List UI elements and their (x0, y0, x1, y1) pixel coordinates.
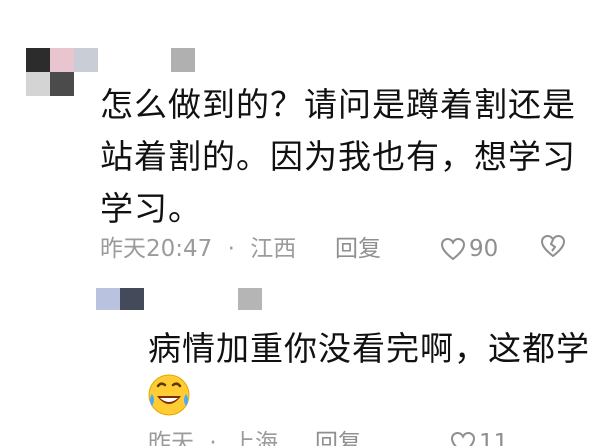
comment-1-line-3: 学习。 (100, 189, 202, 228)
comment-2-like-button[interactable]: 11 (450, 428, 508, 446)
comment-2-meta: 昨天 · 上海 (148, 428, 278, 446)
comment-1-time: 昨天20:47 (100, 236, 213, 262)
separator: · (209, 430, 217, 446)
reply-label: 回复 (335, 236, 381, 262)
reply-label: 回复 (315, 430, 361, 446)
comment-2-text: 病情加重你没看完啊，这都学 (148, 329, 590, 368)
comment-2-reply-button[interactable]: 回复 (315, 428, 361, 446)
laughing-crying-face-emoji (146, 372, 192, 422)
comment-1-line-2: 站着割的。因为我也有，想学习 (100, 137, 576, 176)
like-count: 11 (479, 430, 509, 446)
comment-2-location: 上海 (231, 430, 278, 446)
separator: · (227, 236, 235, 262)
comment-1-like-button[interactable]: 90 (440, 234, 498, 264)
heart-outline-icon (440, 237, 466, 261)
comment-1-dislike-button[interactable] (540, 234, 566, 258)
comment-thread: 怎么做到的？请问是蹲着割还是 站着割的。因为我也有，想学习 学习。 昨天20:4… (0, 0, 600, 446)
reply-avatar-mosaic[interactable] (96, 288, 266, 314)
comment-2-time: 昨天 (148, 430, 194, 446)
comment-1-location: 江西 (250, 236, 297, 262)
comment-1-meta: 昨天20:47 · 江西 (100, 234, 296, 264)
like-count: 90 (469, 236, 499, 262)
broken-heart-icon (540, 234, 566, 258)
comment-1-reply-button[interactable]: 回复 (335, 234, 381, 264)
comment-1-line-1: 怎么做到的？请问是蹲着割还是 (100, 85, 576, 124)
heart-outline-icon (450, 431, 476, 446)
